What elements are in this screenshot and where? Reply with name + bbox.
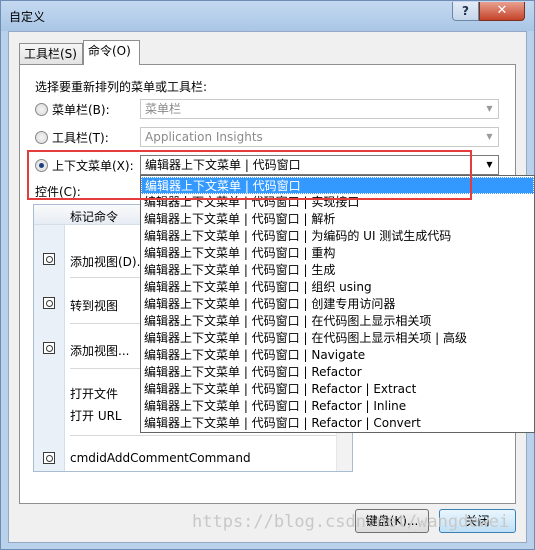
dropdown-item[interactable]: 编辑器上下文菜单 | 代码窗口 | Refactor | Convert: [141, 415, 534, 432]
dropdown-item[interactable]: 编辑器上下文菜单 | 代码窗口: [141, 177, 534, 194]
view-icon: [43, 253, 55, 265]
chevron-down-icon: ▼: [486, 160, 493, 169]
chevron-down-icon: ▼: [486, 132, 493, 141]
title-bar: 自定义 ? ✕: [1, 1, 534, 31]
context-menu-label: 上下文菜单(X):: [52, 159, 134, 173]
menubar-label: 菜单栏(B):: [52, 103, 110, 117]
comment-icon: [43, 452, 55, 464]
controls-label: 控件(C):: [35, 185, 81, 199]
menubar-radio[interactable]: [35, 103, 48, 116]
chevron-down-icon: ▼: [486, 104, 493, 113]
tab-toolbars[interactable]: 工具栏(S): [19, 43, 83, 65]
context-menu-radio[interactable]: [35, 159, 48, 172]
tab-commands[interactable]: 命令(O): [83, 40, 140, 65]
toolbar-combo[interactable]: Application Insights ▼: [140, 127, 499, 147]
view-icon: [43, 342, 55, 354]
watermark-text: https://blog.csdn.net/wangdewei: [192, 512, 510, 532]
dropdown-item[interactable]: 编辑器上下文菜单 | 代码窗口 | Refactor: [141, 364, 534, 381]
list-item[interactable]: cmdidAddCommentCommand: [70, 451, 251, 465]
dropdown-item[interactable]: 编辑器上下文菜单 | 代码窗口 | 解析: [141, 211, 534, 228]
list-item[interactable]: 打开 URL: [70, 407, 122, 424]
dropdown-item[interactable]: 编辑器上下文菜单 | 代码窗口 | 在代码图上显示相关项: [141, 313, 534, 330]
list-header-label: 标记命令: [70, 210, 119, 224]
dropdown-item[interactable]: 编辑器上下文菜单 | 代码窗口 | 在代码图上显示相关项 | 高级: [141, 330, 534, 347]
window-title: 自定义: [9, 10, 46, 24]
toolbar-label: 工具栏(T):: [52, 131, 109, 145]
list-item[interactable]: 转到视图: [70, 297, 118, 314]
view-icon: [43, 297, 55, 309]
dropdown-item[interactable]: 编辑器上下文菜单 | 代码窗口 | Navigate: [141, 347, 534, 364]
dropdown-item[interactable]: 编辑器上下文菜单 | 代码窗口 | 创建专用访问器: [141, 296, 534, 313]
dropdown-item[interactable]: 编辑器上下文菜单 | 代码窗口 | Refactor | Extract: [141, 381, 534, 398]
toolbar-combo-value: Application Insights: [145, 130, 263, 144]
context-menu-dropdown[interactable]: 编辑器上下文菜单 | 代码窗口 编辑器上下文菜单 | 代码窗口 | 实现接口 编…: [140, 175, 535, 433]
dropdown-item[interactable]: 编辑器上下文菜单 | 代码窗口 | 重构: [141, 245, 534, 262]
toolbar-radio[interactable]: [35, 131, 48, 144]
list-item[interactable]: 添加视图(D)...: [70, 253, 148, 270]
dropdown-item[interactable]: 编辑器上下文菜单 | 代码窗口 | 生成: [141, 262, 534, 279]
close-window-button[interactable]: ✕: [479, 2, 525, 21]
dropdown-item[interactable]: 编辑器上下文菜单 | 代码窗口 | 实现接口: [141, 194, 534, 211]
help-button[interactable]: ?: [452, 2, 479, 21]
dropdown-item[interactable]: 编辑器上下文菜单 | 代码窗口 | Refactor | Inline: [141, 398, 534, 415]
list-item[interactable]: 打开文件: [70, 385, 118, 402]
dropdown-item[interactable]: 编辑器上下文菜单 | 代码窗口 | 组织 using: [141, 279, 534, 296]
menubar-combo-value: 菜单栏: [145, 102, 182, 116]
list-item[interactable]: 添加视图...: [70, 342, 129, 359]
instruction-text: 选择要重新排列的菜单或工具栏:: [35, 80, 208, 94]
context-menu-combo[interactable]: 编辑器上下文菜单 | 代码窗口 ▼: [140, 155, 499, 175]
context-menu-combo-value: 编辑器上下文菜单 | 代码窗口: [145, 158, 301, 172]
dropdown-item[interactable]: 编辑器上下文菜单 | 代码窗口 | 为编码的 UI 测试生成代码: [141, 228, 534, 245]
list-separator: [70, 435, 348, 436]
menubar-combo[interactable]: 菜单栏 ▼: [140, 99, 499, 119]
